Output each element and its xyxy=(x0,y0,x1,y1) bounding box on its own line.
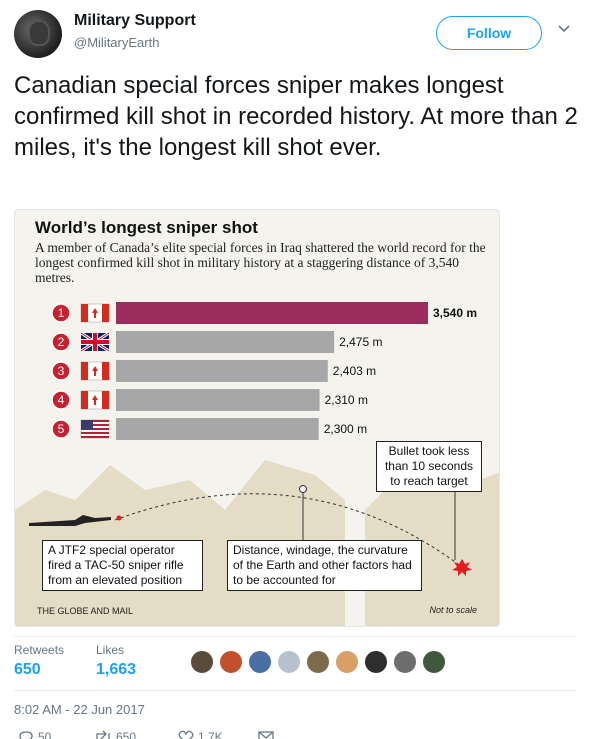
rank-number: 4 xyxy=(58,393,65,407)
retweet-button[interactable]: 650 xyxy=(94,730,136,739)
flag-stripe xyxy=(81,436,109,438)
bar-value-label: 2,310 m xyxy=(325,393,368,407)
reply-icon xyxy=(19,731,33,739)
flag-band xyxy=(81,362,88,380)
direct-message-button[interactable] xyxy=(258,730,274,739)
infographic-image[interactable]: 1 3,540 m 2 2,475 m 3 2,403 m 4 2,310 m 5 2,300 m… xyxy=(14,209,500,627)
liker-avatar[interactable] xyxy=(190,650,214,674)
retweet-action-count: 650 xyxy=(116,730,137,739)
bar-value-label: 3,540 m xyxy=(433,306,477,320)
flag-band xyxy=(102,304,109,322)
tweet-actions: 50 650 1.7K xyxy=(14,730,576,739)
bar-value-label: 2,403 m xyxy=(333,364,376,378)
rank-number: 2 xyxy=(58,335,65,349)
user-handle[interactable]: @MilitaryEarth xyxy=(74,35,159,50)
divider xyxy=(14,690,576,691)
tweet-timestamp[interactable]: 8:02 AM - 22 Jun 2017 xyxy=(14,702,145,717)
jtf2-note: A JTF2 special operator fired a TAC-50 s… xyxy=(42,540,203,591)
like-action-count: 1.7K xyxy=(198,730,223,739)
envelope-icon xyxy=(258,731,274,739)
liker-avatar[interactable] xyxy=(219,650,243,674)
liker-avatar[interactable] xyxy=(364,650,388,674)
bar-value-label: 2,475 m xyxy=(339,335,382,349)
liker-avatar[interactable] xyxy=(393,650,417,674)
liker-avatar[interactable] xyxy=(248,650,272,674)
infographic-title: World’s longest sniper shot xyxy=(35,218,258,237)
tweet-header: Military Support @MilitaryEarth Follow xyxy=(14,10,576,60)
like-button[interactable]: 1.7K xyxy=(178,730,223,739)
likes-label: Likes xyxy=(96,643,125,657)
reply-count: 50 xyxy=(38,730,52,739)
retweets-label: Retweets xyxy=(14,643,65,657)
retweets-count: 650 xyxy=(14,661,41,678)
rank-number: 1 xyxy=(58,306,65,320)
likes-stat[interactable]: Likes 1,663 xyxy=(96,643,136,679)
flag-stripe xyxy=(81,432,109,434)
source-credit: THE GLOBE AND MAIL xyxy=(37,606,134,616)
distance-bar xyxy=(116,331,335,353)
distance-bar xyxy=(116,360,328,382)
heart-icon xyxy=(178,730,194,739)
bullet-time-note: Bullet took less than 10 seconds to reac… xyxy=(376,441,482,492)
muzzle-flash xyxy=(116,515,122,521)
bar-value-label: 2,300 m xyxy=(324,422,367,436)
scale-note: Not to scale xyxy=(429,605,477,615)
distance-bar xyxy=(116,302,428,324)
flag-band xyxy=(102,362,109,380)
liker-avatar[interactable] xyxy=(306,650,330,674)
avatar[interactable] xyxy=(14,10,62,58)
likes-count: 1,663 xyxy=(96,661,137,678)
flag-band xyxy=(102,391,109,409)
distance-note: Distance, windage, the curvature of the … xyxy=(227,540,422,591)
distance-bar xyxy=(116,389,320,411)
liker-avatar[interactable] xyxy=(277,650,301,674)
reply-button[interactable]: 50 xyxy=(18,730,51,739)
liker-avatar[interactable] xyxy=(335,650,359,674)
follow-button[interactable]: Follow xyxy=(436,16,542,50)
flag-band xyxy=(81,391,88,409)
retweet-icon xyxy=(96,730,110,739)
bar-group: 1 3,540 m 2 2,475 m 3 2,403 m 4 2,310 m 5 2,300 m xyxy=(51,302,477,440)
flag-canton xyxy=(81,420,93,430)
chevron-down-icon[interactable] xyxy=(557,22,571,36)
flag-band xyxy=(81,304,88,322)
divider xyxy=(14,636,576,637)
rank-number: 3 xyxy=(58,364,65,378)
distance-bar xyxy=(116,418,319,440)
apex-marker xyxy=(299,485,307,493)
liker-avatar[interactable] xyxy=(422,650,446,674)
infographic-subtitle: A member of Canada’s elite special force… xyxy=(35,240,486,285)
rank-number: 5 xyxy=(58,422,65,436)
flag-cross xyxy=(81,340,109,344)
tweet-text: Canadian special forces sniper makes lon… xyxy=(14,72,578,161)
retweets-stat[interactable]: Retweets 650 xyxy=(14,643,64,679)
display-name[interactable]: Military Support xyxy=(74,12,196,30)
